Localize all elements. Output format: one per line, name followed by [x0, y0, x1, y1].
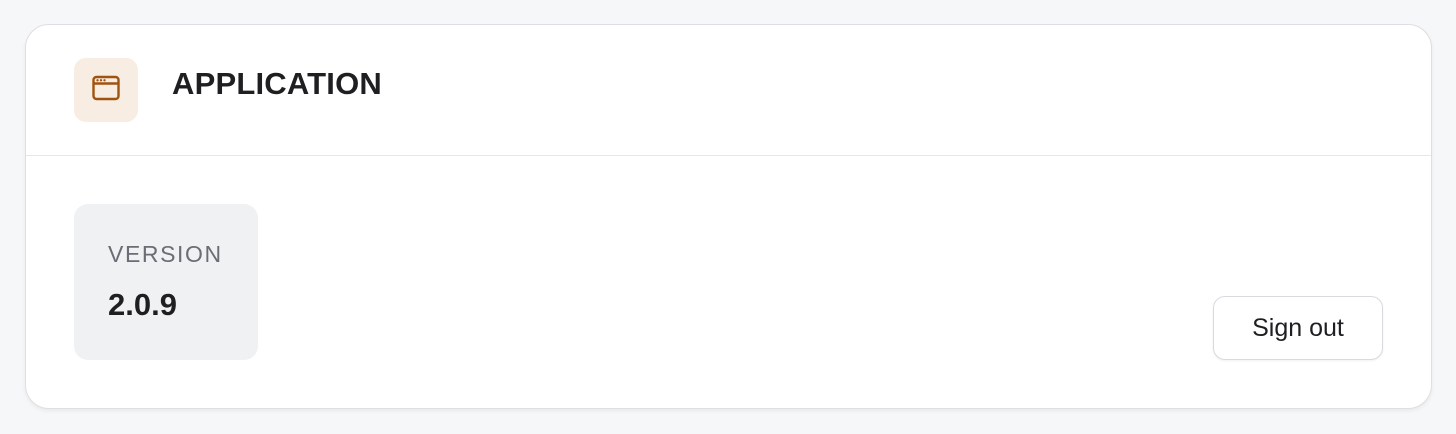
card-header: APPLICATION: [26, 25, 1431, 156]
application-card: APPLICATION VERSION 2.0.9 Sign out: [25, 24, 1432, 409]
section-icon-tile: [74, 58, 138, 122]
version-info-box: VERSION 2.0.9: [74, 204, 258, 360]
version-value: 2.0.9: [108, 287, 177, 322]
browser-window-icon: [91, 73, 121, 108]
version-label: VERSION: [108, 241, 223, 267]
section-title: APPLICATION: [172, 66, 383, 101]
sign-out-button[interactable]: Sign out: [1213, 296, 1383, 360]
